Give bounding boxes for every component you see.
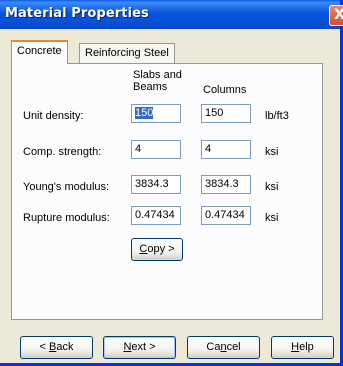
rupture-modulus-columns-input[interactable]: 0.47434 — [201, 206, 251, 225]
tab-reinforcing-steel[interactable]: Reinforcing Steel — [79, 43, 175, 63]
youngs-modulus-columns-input[interactable]: 3834.3 — [201, 175, 251, 194]
cancel-button[interactable]: Cancel — [187, 336, 260, 359]
columns-column-header: Columns — [203, 84, 247, 96]
close-icon: X — [334, 7, 343, 23]
unit-density-label: Unit density: — [23, 110, 84, 122]
tab-concrete[interactable]: Concrete — [11, 40, 68, 64]
unit-density-unit: lb/ft3 — [265, 110, 289, 122]
tab-concrete-label: Concrete — [17, 45, 62, 57]
youngs-modulus-label: Young's modulus: — [23, 181, 110, 193]
material-properties-dialog: Material Properties X Concrete Reinforci… — [0, 0, 343, 366]
comp-strength-columns-input[interactable]: 4 — [201, 140, 251, 159]
help-button[interactable]: Help — [271, 336, 334, 359]
back-button[interactable]: < Back — [20, 336, 93, 359]
window-title: Material Properties — [5, 6, 149, 21]
comp-strength-unit: ksi — [265, 146, 279, 158]
comp-strength-slabs-input[interactable]: 4 — [131, 140, 181, 159]
close-button[interactable]: X — [329, 5, 343, 26]
rupture-modulus-slabs-input[interactable]: 0.47434 — [131, 206, 181, 225]
tab-reinforcing-steel-label: Reinforcing Steel — [85, 47, 169, 59]
rupture-modulus-label: Rupture modulus: — [23, 212, 110, 224]
next-button[interactable]: Next > — [103, 336, 176, 359]
youngs-modulus-slabs-input[interactable]: 3834.3 — [131, 175, 181, 194]
title-bar[interactable]: Material Properties X — [0, 0, 343, 29]
rupture-modulus-unit: ksi — [265, 212, 279, 224]
slabs-beams-column-header: Slabs and Beams — [133, 69, 182, 93]
copy-button[interactable]: Copy > — [131, 238, 183, 261]
comp-strength-label: Comp. strength: — [23, 146, 102, 158]
youngs-modulus-unit: ksi — [265, 181, 279, 193]
unit-density-columns-input[interactable]: 150 — [201, 104, 251, 123]
unit-density-slabs-input[interactable]: 150 — [131, 104, 181, 123]
